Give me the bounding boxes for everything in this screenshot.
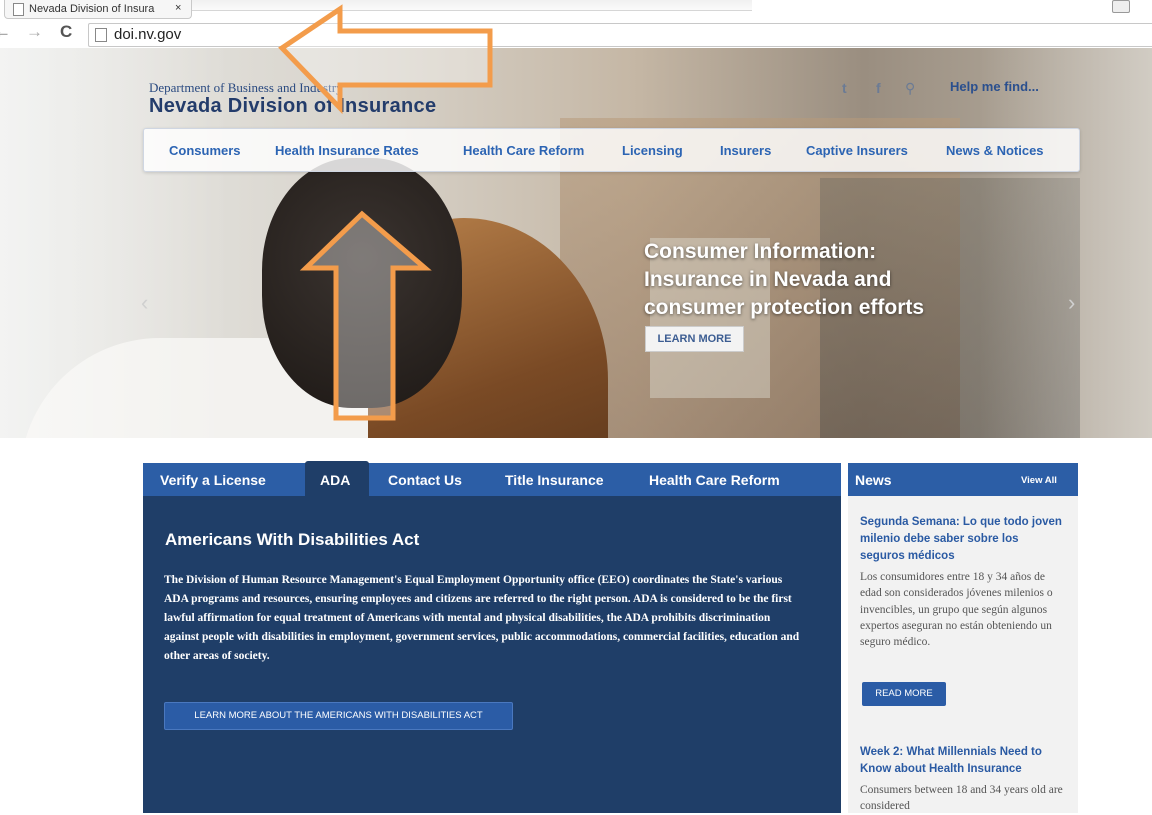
hero-learn-more-button[interactable]: LEARN MORE <box>645 326 744 352</box>
window-controls <box>1112 0 1152 14</box>
twitter-icon[interactable]: t <box>842 80 847 96</box>
browser-tab-title: Nevada Division of Insura <box>29 3 155 15</box>
url-text: doi.nv.gov <box>114 26 182 43</box>
ada-learn-more-button[interactable]: LEARN MORE ABOUT THE AMERICANS WITH DISA… <box>164 702 513 730</box>
news-item-summary: Los consumidores entre 18 y 34 años de e… <box>860 571 1053 649</box>
read-more-button[interactable]: READ MORE <box>862 682 946 706</box>
news-title: News <box>855 472 892 488</box>
nav-item-health-care-reform[interactable]: Health Care Reform <box>463 143 584 158</box>
close-tab-icon[interactable]: × <box>175 2 181 14</box>
reload-button[interactable]: C <box>60 22 72 42</box>
news-view-all-link[interactable]: View All <box>1021 475 1057 486</box>
minimize-icon[interactable] <box>1112 0 1130 13</box>
hero-headline-line: Consumer Information: <box>644 240 877 263</box>
hero-headline: Consumer Information: Insurance in Nevad… <box>644 238 1024 322</box>
hero-headline-line: consumer protection efforts <box>644 296 925 319</box>
news-item-headline[interactable]: Week 2: What Millennials Need to Know ab… <box>860 744 1065 778</box>
main-navigation: Consumers Health Insurance Rates Health … <box>143 128 1080 172</box>
back-button[interactable]: ← <box>0 22 11 42</box>
hero-headline-line: Insurance in Nevada and <box>644 268 892 291</box>
page-icon <box>13 3 24 16</box>
tab-verify-license[interactable]: Verify a License <box>160 472 266 488</box>
search-icon[interactable]: ⚲ <box>905 80 915 97</box>
tab-health-care-reform[interactable]: Health Care Reform <box>649 472 780 488</box>
page-icon <box>95 28 107 42</box>
carousel-prev-icon[interactable]: ‹ <box>141 290 148 316</box>
nav-item-health-insurance-rates[interactable]: Health Insurance Rates <box>275 143 419 158</box>
nav-item-licensing[interactable]: Licensing <box>622 143 683 158</box>
panel-body-text: The Division of Human Resource Managemen… <box>164 574 800 662</box>
address-bar[interactable]: doi.nv.gov <box>88 23 1152 47</box>
site-logo-text[interactable]: Nevada Division of Insurance <box>149 95 436 118</box>
tab-contact-us[interactable]: Contact Us <box>388 472 462 488</box>
nav-item-insurers[interactable]: Insurers <box>720 143 771 158</box>
browser-tab[interactable]: Nevada Division of Insura × <box>4 0 192 19</box>
news-item-headline[interactable]: Segunda Semana: Lo que todo joven mileni… <box>860 514 1065 565</box>
nav-item-consumers[interactable]: Consumers <box>169 143 241 158</box>
facebook-icon[interactable]: f <box>876 80 881 96</box>
forward-button[interactable]: → <box>26 22 43 42</box>
browser-toolbar: ← → C doi.nv.gov <box>0 20 1152 48</box>
news-item-summary: Consumers between 18 and 34 years old ar… <box>860 784 1063 813</box>
tab-ada[interactable]: ADA <box>320 472 350 488</box>
carousel-next-icon[interactable]: › <box>1068 290 1075 316</box>
inactive-tab-area <box>192 0 752 11</box>
panel-title: Americans With Disabilities Act <box>165 530 420 549</box>
tab-title-insurance[interactable]: Title Insurance <box>505 472 604 488</box>
help-me-find-link[interactable]: Help me find... <box>950 79 1039 94</box>
department-name[interactable]: Department of Business and Industry <box>149 80 343 96</box>
nav-item-news-notices[interactable]: News & Notices <box>946 143 1044 158</box>
browser-tab-bar: Nevada Division of Insura × <box>0 0 1152 20</box>
nav-item-captive-insurers[interactable]: Captive Insurers <box>806 143 908 158</box>
